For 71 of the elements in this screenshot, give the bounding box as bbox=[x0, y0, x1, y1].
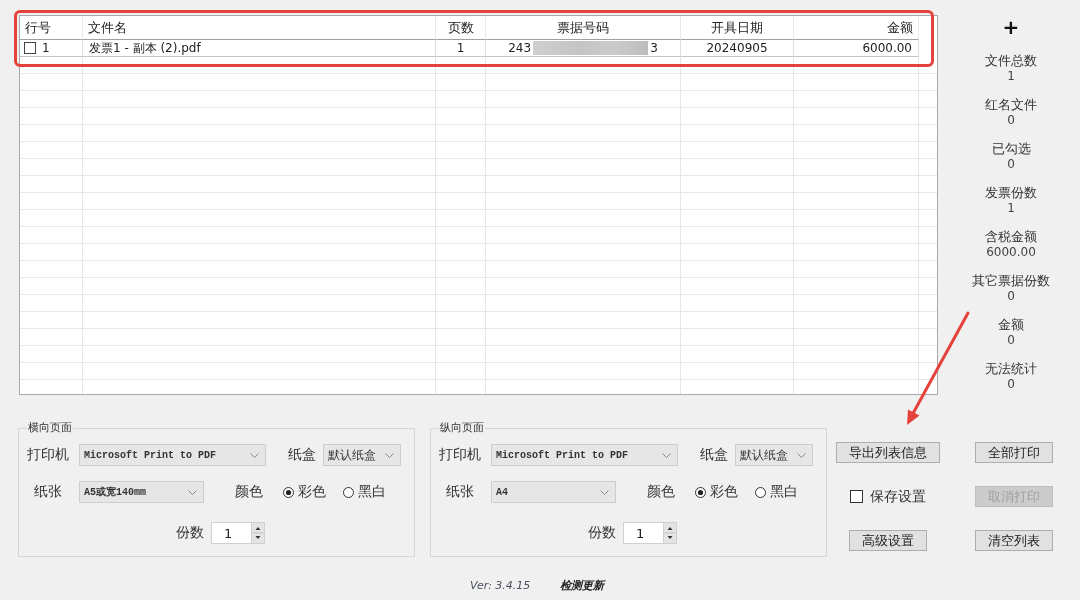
paper-dropdown[interactable]: A4 bbox=[491, 481, 616, 503]
printer-dropdown[interactable]: Microsoft Print to PDF bbox=[491, 444, 678, 466]
copies-label: 份数 bbox=[588, 524, 617, 542]
radio-icon[interactable] bbox=[755, 486, 766, 498]
stat-value: 0 bbox=[1007, 113, 1015, 128]
stat-value: 0 bbox=[1007, 289, 1015, 304]
stat-label: 红名文件 bbox=[985, 96, 1037, 113]
color-mode-option[interactable]: 黑白 bbox=[755, 483, 798, 501]
stat-label: 已勾选 bbox=[991, 140, 1031, 157]
color-mode-option[interactable]: 彩色 bbox=[283, 483, 326, 501]
export-list-button[interactable]: 导出列表信息 bbox=[835, 442, 940, 463]
copies-input[interactable]: 1 bbox=[211, 522, 251, 544]
stat-label: 文件总数 bbox=[985, 52, 1037, 69]
column-header[interactable]: 行号 bbox=[20, 16, 83, 40]
stat-label: 发票份数 bbox=[985, 184, 1037, 201]
save-settings-checkbox[interactable]: 保存设置 bbox=[849, 486, 926, 507]
chevron-down-icon bbox=[188, 489, 197, 495]
check-update-link[interactable]: 检测更新 bbox=[560, 578, 605, 593]
column-header[interactable]: 开具日期 bbox=[681, 16, 794, 40]
color-mode-label: 颜色 bbox=[235, 483, 263, 501]
version-text: Ver: 3.4.15 bbox=[470, 579, 531, 592]
stat-value: 1 bbox=[1007, 69, 1015, 84]
clear-list-button[interactable]: 清空列表 bbox=[975, 530, 1053, 551]
copies-label: 份数 bbox=[176, 524, 205, 542]
stat-value: 6000.00 bbox=[986, 245, 1036, 260]
stat-value: 0 bbox=[1007, 377, 1015, 392]
advanced-settings-button[interactable]: 高级设置 bbox=[848, 530, 927, 551]
spin-arrows-icon[interactable] bbox=[251, 522, 265, 544]
chevron-down-icon bbox=[385, 452, 394, 458]
color-mode-label: 颜色 bbox=[647, 483, 675, 501]
copies-input[interactable]: 1 bbox=[623, 522, 663, 544]
chevron-down-icon bbox=[600, 489, 609, 495]
stat-value: 0 bbox=[1007, 157, 1015, 172]
printer-label: 打印机 bbox=[439, 446, 482, 464]
group-title: 横向页面 bbox=[27, 421, 73, 435]
stat-label: 无法统计 bbox=[985, 360, 1037, 377]
add-button[interactable]: + bbox=[998, 17, 1024, 37]
stat-label: 含税金额 bbox=[985, 228, 1037, 245]
printer-label: 打印机 bbox=[27, 446, 70, 464]
checkbox-icon[interactable] bbox=[24, 42, 36, 54]
chevron-down-icon bbox=[662, 452, 671, 458]
stat-label: 其它票据份数 bbox=[972, 272, 1050, 289]
row-number: 1 bbox=[42, 40, 50, 56]
column-header[interactable]: 票据号码 bbox=[486, 16, 681, 40]
group-title: 纵向页面 bbox=[439, 421, 485, 435]
paper-label: 纸张 bbox=[33, 483, 63, 501]
tray-dropdown[interactable]: 默认纸盒 bbox=[735, 444, 813, 466]
invoice-number-start: 243 bbox=[508, 40, 532, 56]
radio-selected-icon[interactable] bbox=[695, 486, 706, 498]
printer-dropdown[interactable]: Microsoft Print to PDF bbox=[79, 444, 266, 466]
paper-dropdown[interactable]: A5或宽140mm bbox=[79, 481, 204, 503]
checkbox-icon[interactable] bbox=[849, 490, 863, 503]
stat-value: 1 bbox=[1007, 201, 1015, 216]
color-mode-option[interactable]: 彩色 bbox=[695, 483, 738, 501]
column-header[interactable]: 文件名 bbox=[83, 16, 436, 40]
tray-label: 纸盒 bbox=[288, 446, 317, 464]
paper-label: 纸张 bbox=[445, 483, 475, 501]
stat-label: 金额 bbox=[998, 316, 1024, 333]
chevron-down-icon bbox=[250, 452, 259, 458]
invoice-number-end: 3 bbox=[650, 40, 658, 56]
spin-arrows-icon[interactable] bbox=[663, 522, 677, 544]
column-header[interactable]: 页数 bbox=[436, 16, 486, 40]
radio-selected-icon[interactable] bbox=[283, 486, 294, 498]
radio-icon[interactable] bbox=[343, 486, 354, 498]
color-mode-option[interactable]: 黑白 bbox=[343, 483, 386, 501]
tray-label: 纸盒 bbox=[700, 446, 729, 464]
chevron-down-icon bbox=[797, 452, 806, 458]
print-all-button[interactable]: 全部打印 bbox=[975, 442, 1053, 463]
column-header[interactable]: 金额 bbox=[794, 16, 919, 40]
stat-value: 0 bbox=[1007, 333, 1015, 348]
tray-dropdown[interactable]: 默认纸盒 bbox=[323, 444, 401, 466]
